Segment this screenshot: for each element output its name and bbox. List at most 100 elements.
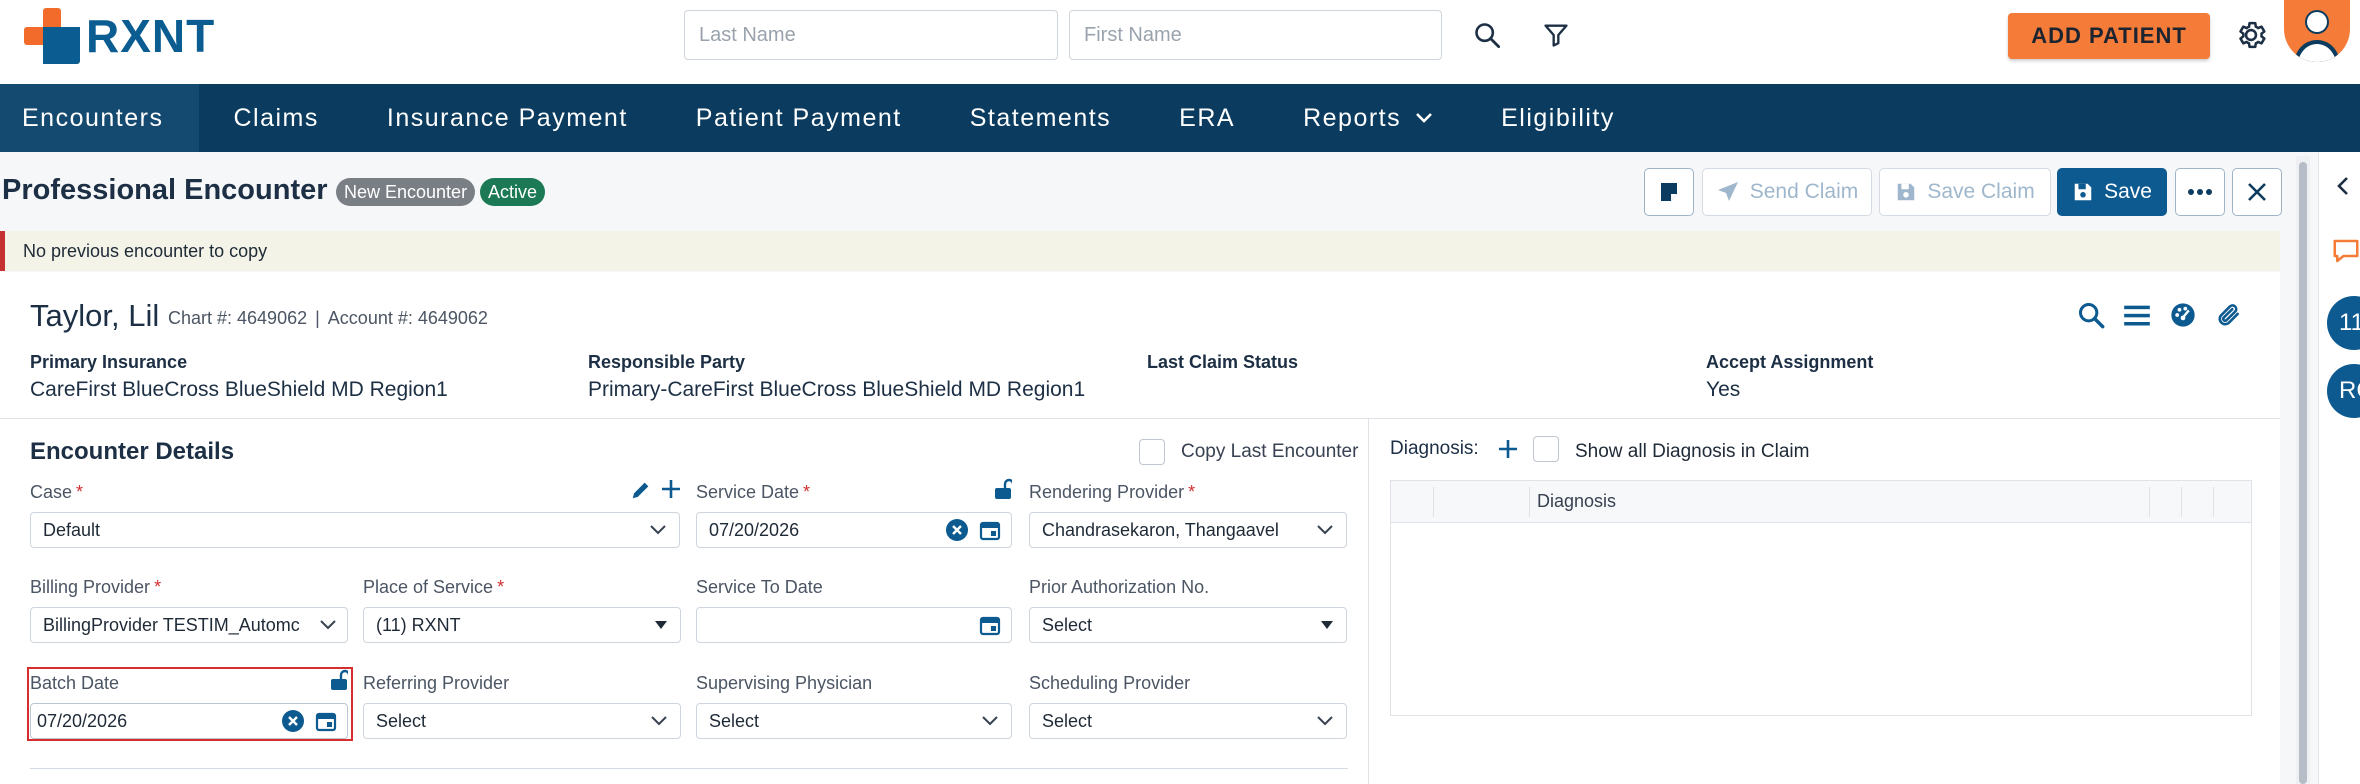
last-name-search-input[interactable] xyxy=(684,10,1058,60)
clear-icon[interactable] xyxy=(281,704,305,738)
save-button[interactable]: Save xyxy=(2057,168,2167,216)
app-root: RXNT ADD PATIENT Encounters Claims Insur… xyxy=(0,0,2360,784)
rxnt-logo[interactable]: RXNT xyxy=(24,8,215,64)
required-mark: * xyxy=(497,577,505,597)
service-to-date-input[interactable] xyxy=(696,607,1012,643)
add-patient-button[interactable]: ADD PATIENT xyxy=(2008,13,2210,59)
encounter-details-title: Encounter Details xyxy=(30,438,235,465)
save-label: Save xyxy=(2104,180,2152,203)
place-of-service-select[interactable]: (11) RXNT xyxy=(363,607,681,643)
gear-icon[interactable] xyxy=(2230,14,2272,56)
show-all-diagnosis-label: Show all Diagnosis in Claim xyxy=(1575,441,1810,462)
divider xyxy=(0,418,2280,419)
sticky-note-icon xyxy=(1661,183,1677,201)
calendar-icon[interactable] xyxy=(315,704,337,738)
nav-reports-label: Reports xyxy=(1303,103,1402,132)
rendering-provider-select[interactable]: Chandrasekaron, Thangaavel xyxy=(1029,512,1347,548)
billing-provider-select[interactable]: BillingProvider TESTIM_Automc xyxy=(30,607,348,643)
divider xyxy=(30,768,1348,769)
paperclip-icon[interactable] xyxy=(2214,300,2244,330)
calendar-icon[interactable] xyxy=(979,608,1001,642)
batch-date-input[interactable]: 07/20/2026 xyxy=(30,703,348,739)
account-number: Account #: 4649062 xyxy=(327,308,488,328)
nav-reports[interactable]: Reports xyxy=(1269,84,1467,152)
nav-claims[interactable]: Claims xyxy=(199,84,352,152)
panel-badge-1[interactable]: 11 xyxy=(2327,296,2360,350)
nav-statements[interactable]: Statements xyxy=(936,84,1145,152)
billing-provider-value: BillingProvider TESTIM_Automc xyxy=(43,615,300,635)
nav-eligibility[interactable]: Eligibility xyxy=(1467,84,1649,152)
status-badge: Active xyxy=(480,178,546,206)
service-date-label: Service Date * xyxy=(696,482,810,503)
chevron-down-icon xyxy=(649,513,667,547)
chevron-down-icon xyxy=(650,704,668,738)
case-label-text: Case xyxy=(30,482,73,502)
copy-notice: No previous encounter to copy xyxy=(0,231,2280,271)
dashboard-icon[interactable] xyxy=(2168,300,2198,330)
patient-meta: Chart #: 4649062 | Account #: 4649062 xyxy=(168,308,488,329)
unlock-icon[interactable] xyxy=(994,478,1015,505)
send-icon xyxy=(1717,182,1738,201)
page-title: Professional Encounter xyxy=(2,174,328,206)
prior-authorization-select[interactable]: Select xyxy=(1029,607,1347,643)
save-claim-button[interactable]: Save Claim xyxy=(1879,168,2051,216)
accept-assignment-label: Accept Assignment xyxy=(1706,352,1874,372)
search-icon[interactable] xyxy=(2076,300,2106,330)
user-avatar-icon[interactable] xyxy=(2284,0,2350,62)
search-icon[interactable] xyxy=(1466,14,1508,56)
plus-icon[interactable] xyxy=(660,478,682,505)
responsible-party-value: Primary-CareFirst BlueCross BlueShield M… xyxy=(588,378,1086,401)
service-date-input[interactable]: 07/20/2026 xyxy=(696,512,1012,548)
add-diagnosis-icon[interactable] xyxy=(1497,438,1519,465)
responsible-party-label: Responsible Party xyxy=(588,352,746,372)
prior-authorization-value: Select xyxy=(1042,615,1093,635)
referring-provider-select[interactable]: Select xyxy=(363,703,681,739)
note-button[interactable] xyxy=(1644,168,1694,216)
prior-authorization-label: Prior Authorization No. xyxy=(1029,577,1210,597)
rendering-provider-label: Rendering Provider * xyxy=(1029,482,1195,503)
more-options-button[interactable] xyxy=(2175,168,2225,216)
nav-insurance-payment[interactable]: Insurance Payment xyxy=(353,84,662,152)
show-all-diagnosis-checkbox[interactable] xyxy=(1533,436,1559,462)
column-divider xyxy=(2149,487,2150,517)
nav-era[interactable]: ERA xyxy=(1145,84,1269,152)
nav-patient-payment[interactable]: Patient Payment xyxy=(662,84,936,152)
case-label: Case * xyxy=(30,482,83,503)
panel-badge-2[interactable]: RC xyxy=(2327,364,2360,418)
accept-assignment-value: Yes xyxy=(1706,378,1741,401)
main-nav: Encounters Claims Insurance Payment Pati… xyxy=(0,84,2360,152)
column-divider xyxy=(2181,487,2182,517)
supervising-physician-select[interactable]: Select xyxy=(696,703,1012,739)
column-divider xyxy=(1433,487,1434,517)
scheduling-provider-label: Scheduling Provider xyxy=(1029,673,1191,693)
case-select[interactable]: Default xyxy=(30,512,680,548)
save-claim-label: Save Claim xyxy=(1927,180,2035,203)
chevron-left-icon[interactable] xyxy=(2335,176,2349,201)
nav-encounters[interactable]: Encounters xyxy=(0,84,200,152)
chevron-down-icon xyxy=(315,608,337,642)
chat-icon[interactable] xyxy=(2331,236,2360,271)
send-claim-button[interactable]: Send Claim xyxy=(1702,168,1872,216)
clear-icon[interactable] xyxy=(945,513,969,547)
close-button[interactable] xyxy=(2232,168,2282,216)
copy-last-encounter-checkbox[interactable] xyxy=(1139,439,1165,465)
list-icon[interactable] xyxy=(2122,300,2152,330)
diagnosis-column-header[interactable]: Diagnosis xyxy=(1537,491,1616,512)
scrollbar-thumb[interactable] xyxy=(2299,162,2307,784)
batch-date-value: 07/20/2026 xyxy=(37,711,128,731)
divider xyxy=(1368,418,1369,784)
rendering-provider-label-text: Rendering Provider xyxy=(1029,482,1185,502)
service-date-value: 07/20/2026 xyxy=(709,520,800,540)
pencil-icon[interactable] xyxy=(630,479,652,506)
required-mark: * xyxy=(803,482,811,502)
meta-separator: | xyxy=(315,308,320,328)
filter-icon[interactable] xyxy=(1535,14,1577,56)
calendar-icon[interactable] xyxy=(979,513,1001,547)
diagnosis-table: Diagnosis xyxy=(1390,480,2252,716)
primary-insurance-label: Primary Insurance xyxy=(30,352,188,372)
patient-name[interactable]: Taylor, Lil xyxy=(30,298,159,334)
batch-date-label: Batch Date xyxy=(30,673,120,693)
unlock-icon[interactable] xyxy=(330,669,351,696)
first-name-search-input[interactable] xyxy=(1069,10,1442,60)
scheduling-provider-select[interactable]: Select xyxy=(1029,703,1347,739)
